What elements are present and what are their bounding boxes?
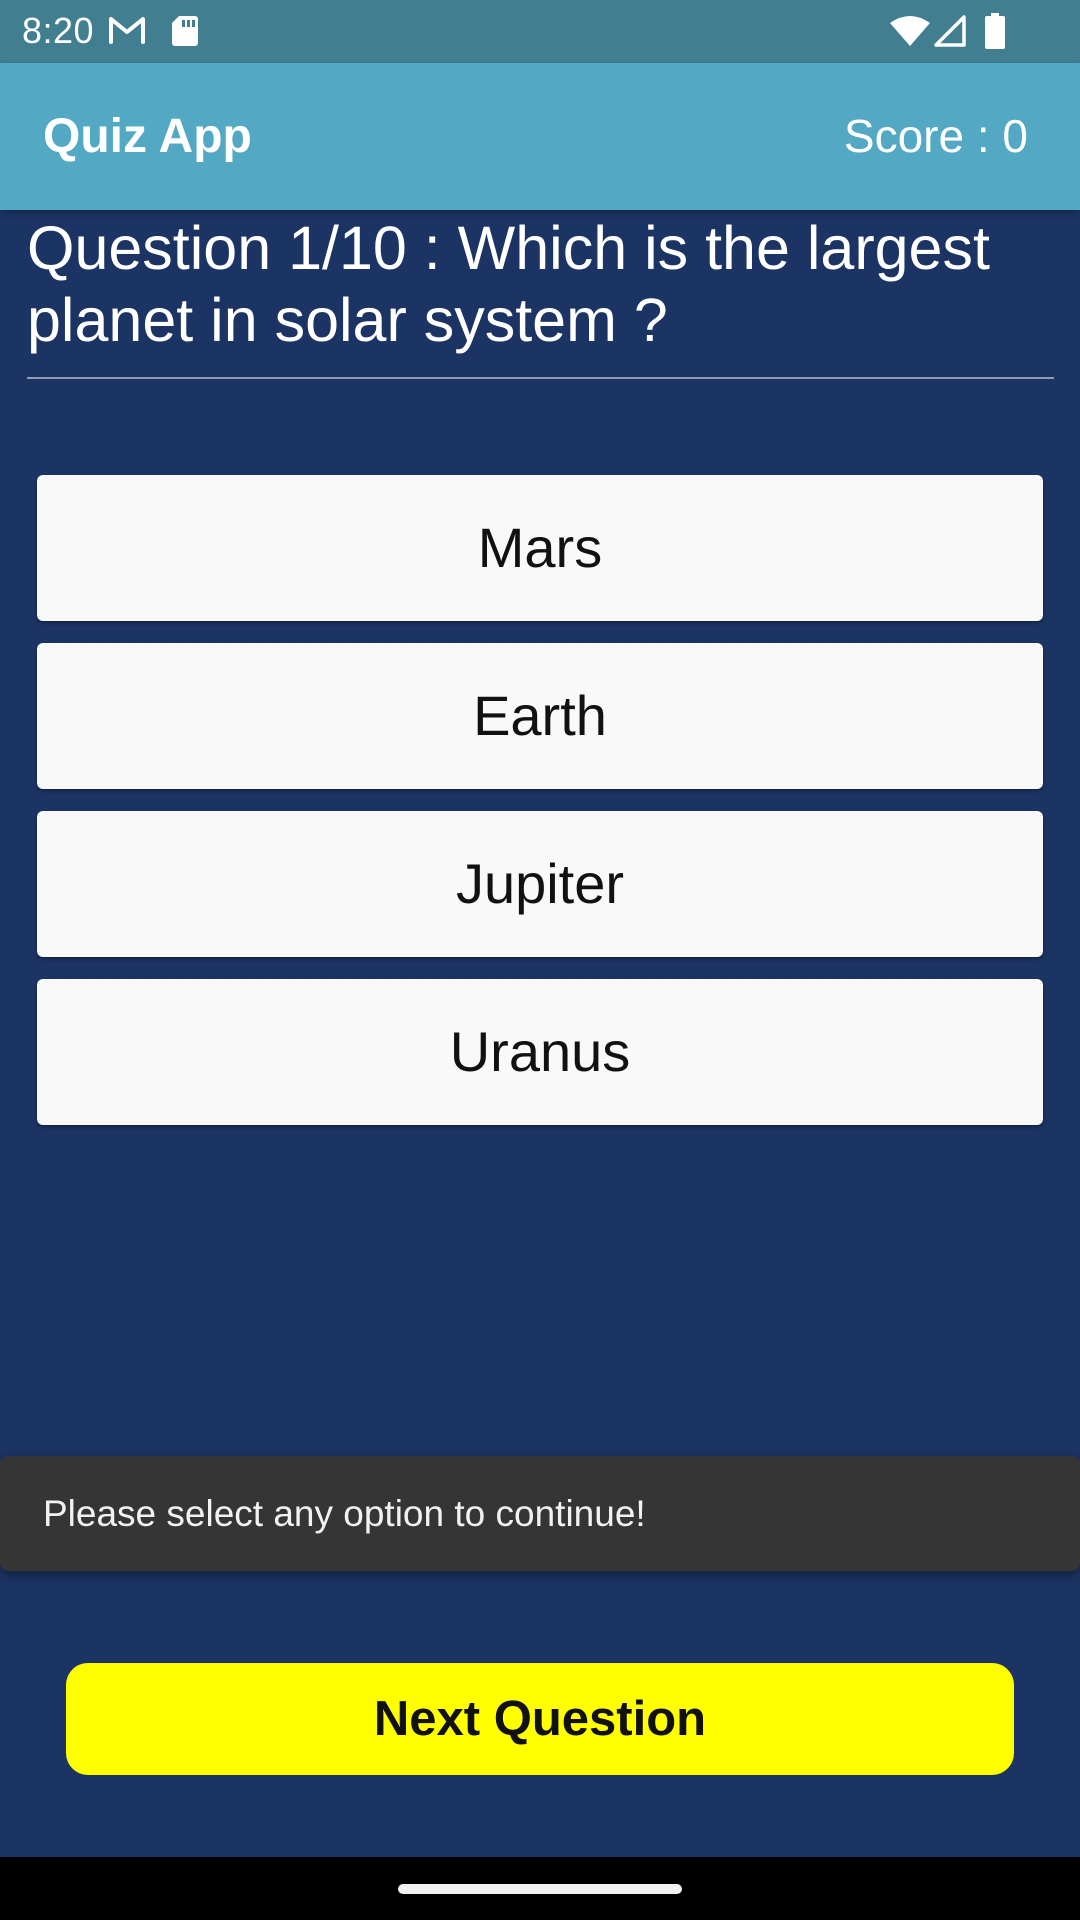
toast: Please select any option to continue!	[0, 1456, 1080, 1571]
status-bar: 8:20	[0, 0, 1080, 63]
toast-message: Please select any option to continue!	[43, 1493, 646, 1534]
divider	[27, 377, 1054, 379]
next-question-button[interactable]: Next Question	[66, 1663, 1014, 1775]
wifi-icon	[890, 15, 930, 52]
option-button-mars[interactable]: Mars	[37, 475, 1043, 621]
status-time: 8:20	[22, 10, 95, 51]
question-text: Question 1/10 : Which is the largest pla…	[27, 214, 990, 354]
home-handle[interactable]	[398, 1884, 682, 1894]
app-bar: Quiz App Score : 0	[0, 63, 1080, 210]
sd-card-icon	[170, 14, 200, 53]
option-button-jupiter[interactable]: Jupiter	[37, 811, 1043, 957]
navigation-bar	[0, 1857, 1080, 1920]
option-button-uranus[interactable]: Uranus	[37, 979, 1043, 1125]
gmail-icon	[108, 15, 146, 50]
app-title: Quiz App	[43, 110, 252, 163]
battery-icon	[984, 13, 1006, 54]
option-button-earth[interactable]: Earth	[37, 643, 1043, 789]
signal-icon	[934, 15, 966, 52]
score-label: Score : 0	[843, 110, 1028, 162]
